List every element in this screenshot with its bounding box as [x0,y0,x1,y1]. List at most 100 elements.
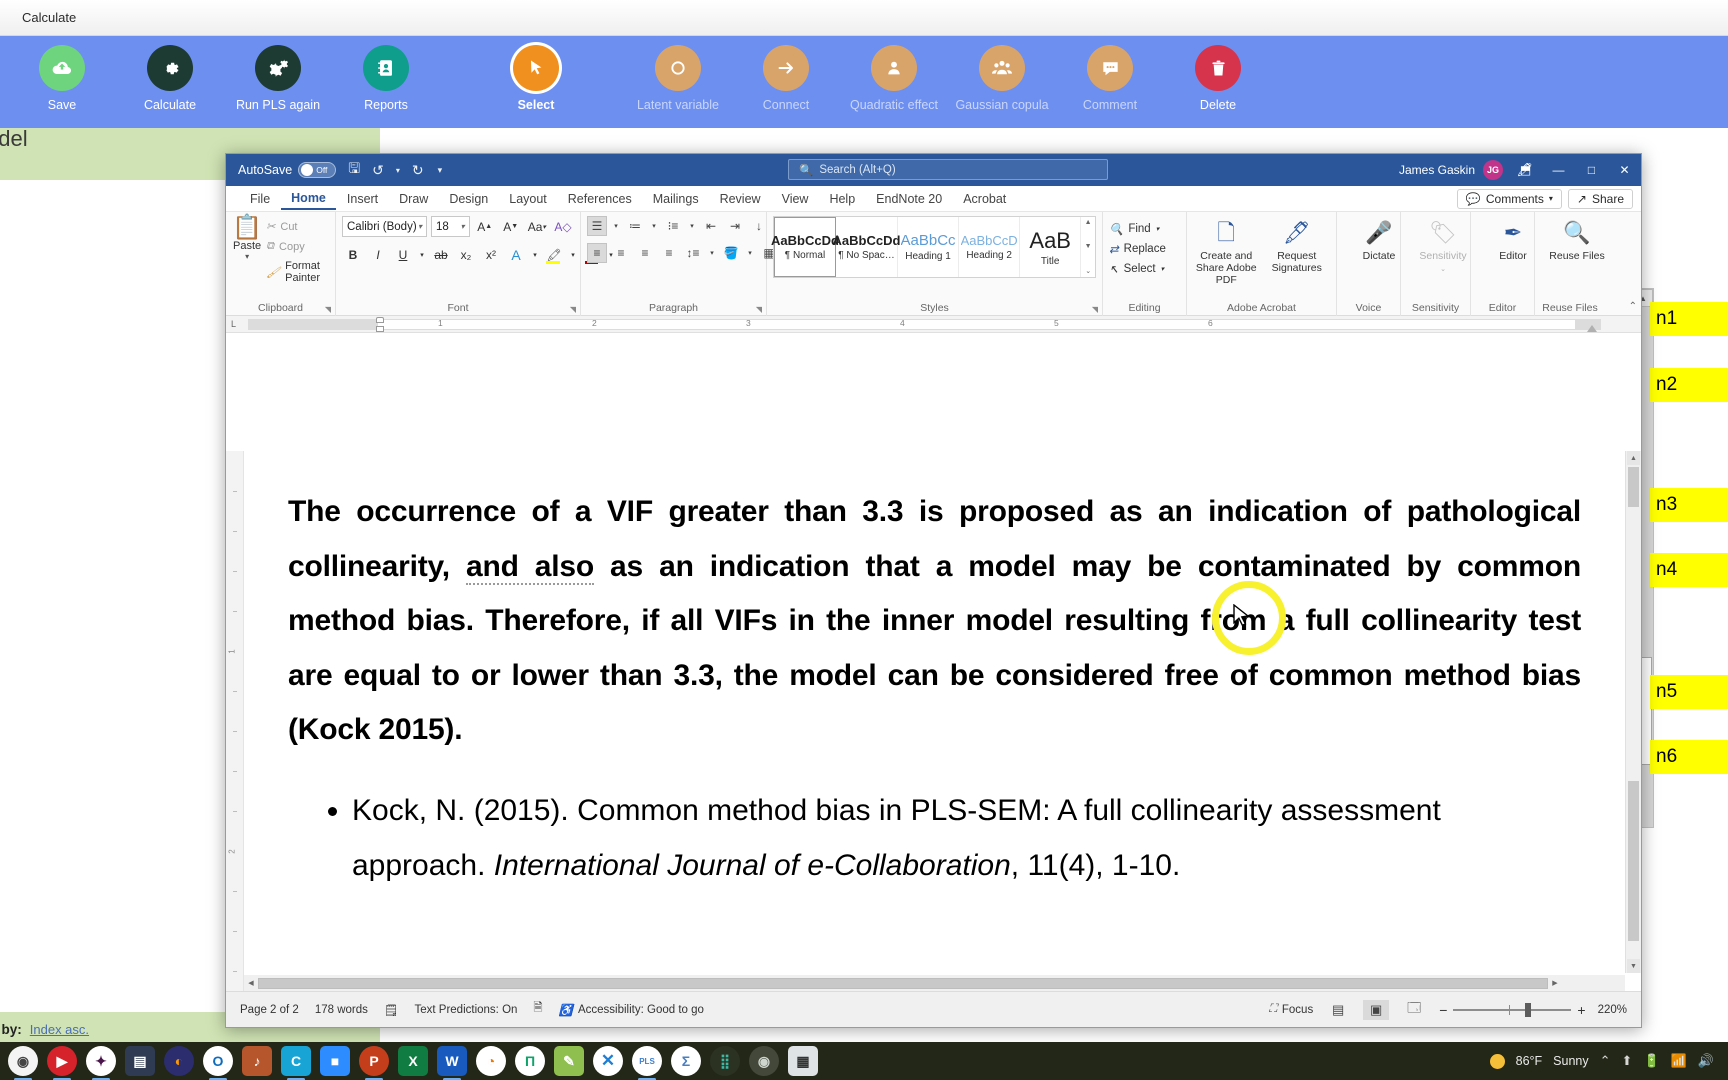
grammar-flagged-text[interactable]: and also [465,549,594,585]
tab-review[interactable]: Review [710,189,771,209]
tab-help[interactable]: Help [819,189,865,209]
redo-icon[interactable]: ↻ [412,162,424,179]
font-size-combo[interactable]: 18 ▾ [430,216,470,237]
customize-toolbar-icon[interactable]: ▾ [438,165,443,176]
align-center-icon[interactable]: ≡ [611,243,631,263]
indicator-n6[interactable]: n6 [1650,740,1728,774]
shading-dropdown-icon[interactable]: ▾ [745,243,755,263]
highlight-dropdown-icon[interactable]: ▾ [568,244,578,265]
document-vertical-scrollbar[interactable]: ▲ ▼ [1625,451,1641,973]
tab-draw[interactable]: Draw [389,189,438,209]
menu-item-calculate[interactable]: Calculate [22,10,76,25]
align-right-icon[interactable]: ≡ [635,243,655,263]
shrink-font-button[interactable]: A ▼ [500,216,522,237]
tab-stop-selector-icon[interactable]: L [231,319,236,329]
select-button[interactable]: ↖ Select ▾ [1109,262,1180,276]
paste-button[interactable]: 📋 Paste ▾ [232,216,262,262]
taskbar-photos-icon[interactable]: ▤ [125,1046,155,1076]
taskbar-audacity-icon[interactable]: ♪ [242,1046,272,1076]
weather-temperature[interactable]: 86°F [1516,1054,1543,1068]
close-button[interactable]: ✕ [1608,154,1641,186]
document-page[interactable]: The occurrence of a VIF greater than 3.3… [244,451,1625,975]
list-item[interactable]: Kock, N. (2015). Common method bias in P… [352,784,1581,893]
cut-button[interactable]: ✂ Cut [266,220,329,234]
styles-more-icon[interactable]: ⌄ [1085,267,1091,275]
smartpls-button-comment[interactable]: Comment [1056,36,1164,112]
reuse-files-button[interactable]: 🔍 Reuse Files [1541,216,1613,262]
sort-icon[interactable]: ↓ [749,216,769,236]
hscrollbar-thumb[interactable] [258,977,1548,989]
spell-check-icon[interactable]: 🗒 [384,1003,399,1017]
request-signatures-button[interactable]: 🖋 Request Signatures [1264,216,1331,286]
accessibility-status[interactable]: ♿ Accessibility: Good to go [559,1003,704,1017]
smartpls-button-calculate[interactable]: Calculate [116,36,224,112]
change-case-button[interactable]: Aa ▾ [526,216,548,237]
taskbar-excel-icon[interactable]: X [398,1046,428,1076]
italic-button[interactable]: I [367,244,389,265]
taskbar-chrome-icon[interactable]: ◉ [8,1046,38,1080]
increase-indent-icon[interactable]: ⇥ [725,216,745,236]
zoom-out-button[interactable]: − [1439,1002,1447,1018]
tab-mailings[interactable]: Mailings [643,189,709,209]
paste-dropdown-icon[interactable]: ▾ [245,252,249,261]
smartpls-button-select[interactable]: Select [482,36,590,112]
taskbar-zoom-icon[interactable]: ■ [320,1046,350,1076]
zoom-track[interactable] [1453,1002,1572,1017]
highlight-color-icon[interactable]: 🖍 [543,244,565,265]
clear-formatting-icon[interactable]: A◇ [552,216,574,237]
autosave-switch[interactable]: Off [298,162,337,178]
taskbar-app-grid-icon[interactable]: ⣿ [710,1046,740,1076]
style-heading-2[interactable]: AaBbCcD Heading 2 [959,217,1021,277]
indicator-n4[interactable]: n4 [1650,553,1728,587]
superscript-button[interactable]: x² [480,244,502,265]
font-dialog-launcher-icon[interactable]: ◥ [570,305,576,314]
user-account[interactable]: James Gaskin JG [1399,160,1503,180]
sensitivity-button[interactable]: 🏷 Sensitivity ⌄ [1407,216,1479,274]
chevron-down-icon[interactable]: ▾ [461,222,465,231]
web-layout-icon[interactable]: 🗔 [1401,1000,1427,1020]
smartpls-button-quadratic-effect[interactable]: Quadratic effect [840,36,948,112]
tab-view[interactable]: View [772,189,819,209]
tab-home[interactable]: Home [281,188,336,210]
smartpls-button-reports[interactable]: Reports [332,36,440,112]
taskbar-vscode-icon[interactable]: ✕ [593,1046,623,1076]
zoom-knob[interactable] [1525,1002,1532,1017]
comments-button[interactable]: 💬 Comments ▾ [1456,188,1562,209]
taskbar-amos-icon[interactable]: Σ [671,1046,701,1076]
autosave-toggle[interactable]: AutoSave Off [238,162,337,178]
taskbar-matrix-icon[interactable]: ▦ [788,1046,818,1076]
scroll-left-arrow-icon[interactable]: ◀ [244,979,258,987]
focus-button[interactable]: ⛶ Focus [1269,1003,1313,1016]
chevron-down-icon[interactable]: ▾ [1549,194,1553,203]
tab-references[interactable]: References [558,189,642,209]
chevron-up-icon[interactable]: ⌃ [1600,1053,1611,1069]
font-family-combo[interactable]: Calibri (Body) ▾ [342,216,427,237]
print-layout-icon[interactable]: ▣ [1363,999,1390,1020]
styles-scroll-controls[interactable]: ▲ ▼ ⌄ [1081,217,1095,277]
taskbar-webex-icon[interactable]: C [281,1046,311,1080]
tab-endnote[interactable]: EndNote 20 [866,189,952,209]
read-mode-icon[interactable]: ▤ [1325,1000,1351,1020]
styles-dialog-launcher-icon[interactable]: ◥ [1092,305,1098,314]
horizontal-ruler[interactable]: L 1 2 3 4 5 6 [226,316,1641,333]
save-icon[interactable]: 🖫 [348,158,360,182]
styles-scroll-down-icon[interactable]: ▼ [1085,243,1092,250]
tab-design[interactable]: Design [439,189,498,209]
taskbar-blender-icon[interactable]: ◔ [476,1046,506,1076]
document-horizontal-scrollbar[interactable]: ◀ ▶ [244,975,1625,991]
first-line-indent-marker[interactable] [376,317,384,323]
taskbar-camtasia-icon[interactable]: ▶ [47,1046,77,1080]
ribbon-display-options-icon[interactable]: ⬒ [1509,154,1542,186]
zoom-level-label[interactable]: 220% [1598,1004,1627,1016]
tab-acrobat[interactable]: Acrobat [953,189,1016,209]
document-paragraph[interactable]: The occurrence of a VIF greater than 3.3… [288,485,1581,758]
style-heading-1[interactable]: AaBbCc Heading 1 [898,217,960,277]
replace-button[interactable]: ⇄ Replace [1109,242,1180,256]
taskbar-outlook-icon[interactable]: O [203,1046,233,1080]
share-button[interactable]: ↗ Share [1567,188,1633,209]
scroll-up-arrow-icon[interactable]: ▲ [1627,451,1640,465]
clipboard-dialog-launcher-icon[interactable]: ◥ [325,305,331,314]
chevron-down-icon[interactable]: ⌄ [1440,266,1446,274]
line-spacing-icon[interactable]: ↕≡ [683,243,703,263]
indicator-n3[interactable]: n3 [1650,488,1728,522]
